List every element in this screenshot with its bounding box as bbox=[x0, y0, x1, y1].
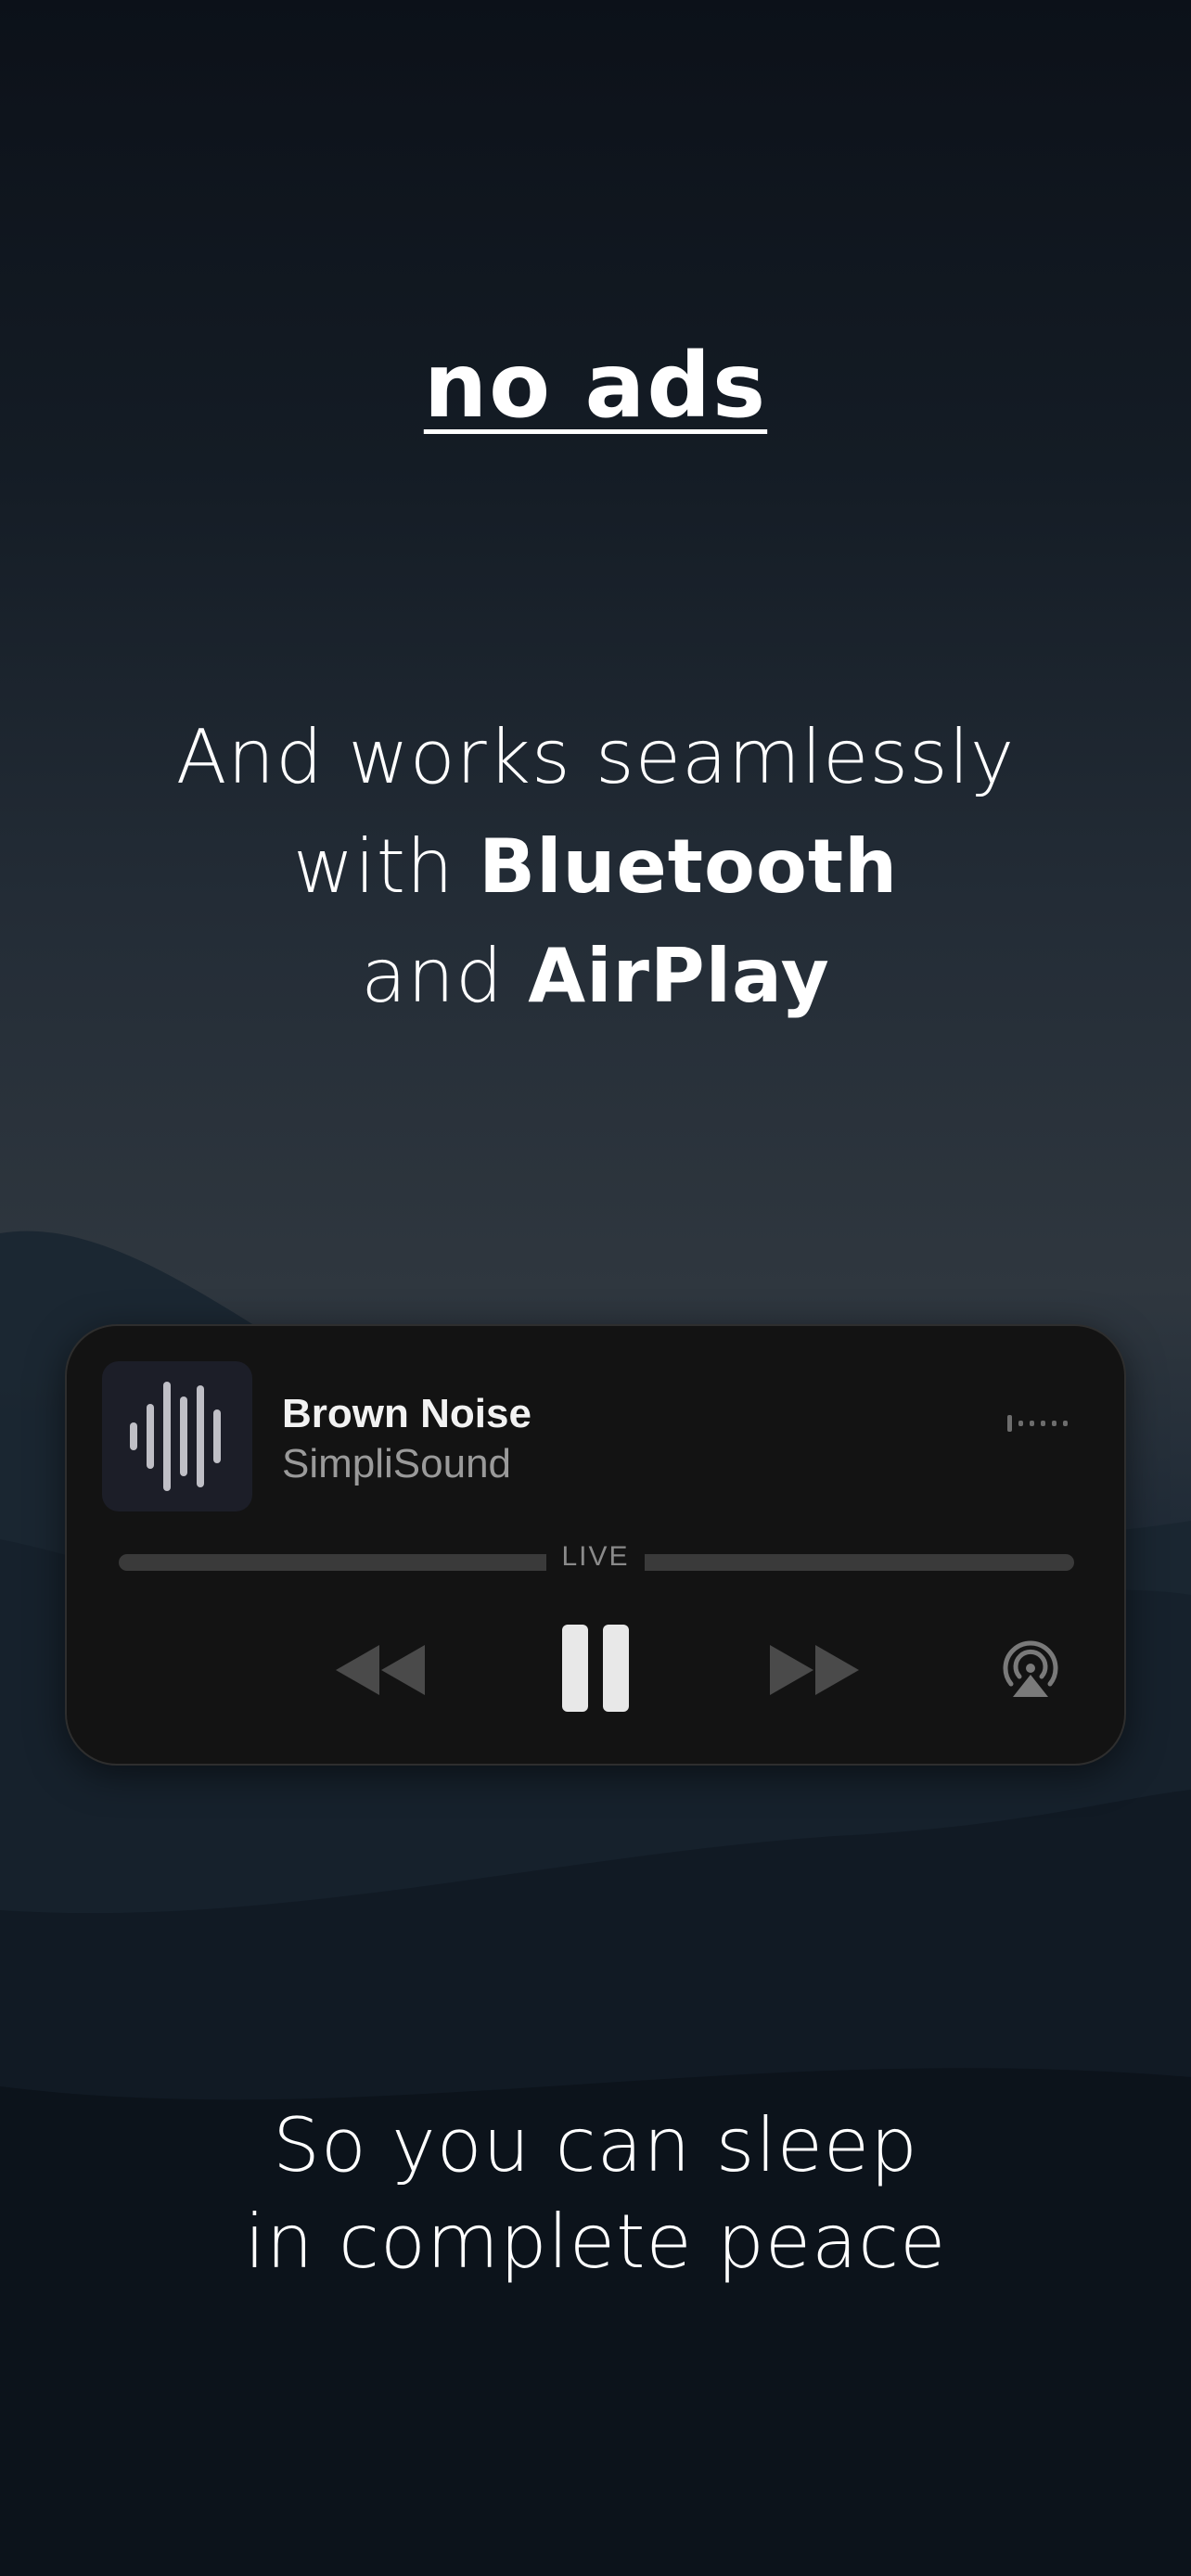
waveform-icon bbox=[130, 1382, 221, 1491]
footer-message: So you can sleep in complete peace bbox=[0, 2098, 1191, 2290]
track-artist: SimpliSound bbox=[282, 1441, 512, 1486]
headline: no ads bbox=[0, 334, 1191, 438]
forward-icon[interactable] bbox=[764, 1638, 866, 1702]
pause-icon[interactable] bbox=[560, 1623, 631, 1714]
subheadline-prefix-2: with bbox=[292, 823, 480, 910]
subheadline: And works seamlessly with Bluetooth and … bbox=[0, 703, 1191, 1031]
backward-icon[interactable] bbox=[328, 1638, 430, 1702]
airplay-icon[interactable] bbox=[1000, 1639, 1061, 1701]
subheadline-line-2: with Bluetooth bbox=[0, 812, 1191, 922]
bluetooth-label: Bluetooth bbox=[479, 823, 899, 910]
subheadline-prefix-3: and bbox=[361, 933, 529, 1019]
live-label: LIVE bbox=[546, 1541, 645, 1572]
footer-line-2: in complete peace bbox=[244, 2199, 947, 2285]
airplay-label: AirPlay bbox=[528, 933, 830, 1019]
footer-line-1: So you can sleep bbox=[273, 2102, 918, 2188]
screen: no ads And works seamlessly with Bluetoo… bbox=[0, 0, 1191, 2576]
now-playing-widget: Brown Noise SimpliSound LIVE bbox=[65, 1324, 1126, 1766]
album-art[interactable] bbox=[102, 1361, 252, 1511]
subheadline-line-1: And works seamlessly bbox=[0, 703, 1191, 812]
audio-level-icon bbox=[1007, 1415, 1068, 1432]
headline-text: no ads bbox=[423, 334, 768, 438]
subheadline-text-1: And works seamlessly bbox=[175, 714, 1016, 800]
subheadline-line-3: and AirPlay bbox=[0, 922, 1191, 1031]
live-indicator: LIVE bbox=[67, 1541, 1124, 1573]
track-title: Brown Noise bbox=[282, 1391, 531, 1436]
